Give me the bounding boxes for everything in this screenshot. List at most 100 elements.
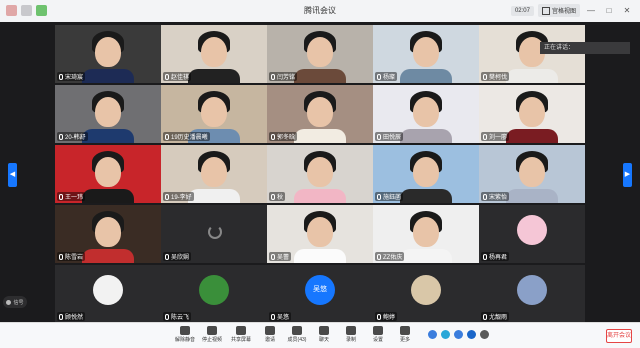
participant-name-label: 吴欣娴: [171, 255, 190, 261]
signal-label: 信号: [13, 299, 24, 306]
participant-body: [294, 249, 346, 263]
camera-button[interactable]: 停止视频: [200, 326, 224, 343]
participant-tile[interactable]: 19历史潘晨曦: [161, 85, 267, 143]
participant-name-label: 20-韩舒: [65, 135, 86, 141]
participant-name-label: 吴蕾: [277, 255, 290, 261]
participant-tile[interactable]: 赵佳祺: [161, 25, 267, 83]
previous-page-button[interactable]: ◀: [8, 163, 17, 187]
toolbar-label: 邀请: [264, 337, 275, 343]
participant-tile[interactable]: 吴蕾: [267, 205, 373, 263]
participant-tile[interactable]: 田悦辰: [373, 85, 479, 143]
participant-name: 陈雪岩: [57, 252, 86, 261]
microphone-muted-icon: [483, 253, 487, 260]
microphone-muted-icon: [483, 193, 487, 200]
participant-name: ZZ佑庆: [375, 252, 405, 261]
members-button[interactable]: 成员(43): [285, 326, 309, 343]
microphone-muted-icon: [271, 133, 275, 140]
microphone-icon: [180, 326, 190, 335]
toolbar-label: 更多: [399, 337, 410, 343]
participant-name: 王一玮: [57, 192, 86, 201]
participant-avatar: [199, 275, 229, 305]
toolbar-label: 停止视频: [201, 337, 222, 343]
participant-name-label: 鲍婷: [383, 315, 396, 321]
participant-name: 刘一廖: [481, 132, 510, 141]
participant-tile[interactable]: 闫芳铭: [267, 25, 373, 83]
close-button[interactable]: ✕: [620, 5, 634, 17]
participant-name-label: 宋琦宸: [65, 75, 84, 81]
microphone-muted-icon: [483, 313, 487, 320]
system-tray: [428, 330, 489, 339]
microphone-muted-icon: [59, 133, 63, 140]
microphone-muted-icon: [165, 133, 169, 140]
participant-tile[interactable]: 王一玮: [55, 145, 161, 203]
microphone-muted-icon: [271, 313, 275, 320]
record-icon: [346, 326, 356, 335]
participant-name: 郭冬晗: [269, 132, 298, 141]
participant-name-label: 刘一廖: [489, 135, 508, 141]
participant-tile[interactable]: 杨璨: [373, 25, 479, 83]
participant-face: [413, 97, 439, 127]
leave-meeting-button[interactable]: 离开会议: [606, 329, 632, 343]
participant-tile[interactable]: 20-韩舒: [55, 85, 161, 143]
participant-tile[interactable]: 19-李好: [161, 145, 267, 203]
tray-icon-3: [454, 330, 463, 339]
participant-tile[interactable]: 郭冬晗: [267, 85, 373, 143]
participant-tile[interactable]: 秋: [267, 145, 373, 203]
participant-name-label: 樊柯伐: [489, 75, 508, 81]
microphone-muted-icon: [165, 253, 169, 260]
participant-tile[interactable]: 顾悦然: [55, 265, 161, 323]
settings-button[interactable]: 设置: [366, 326, 390, 343]
participant-tile[interactable]: 吴悠 吴悠: [267, 265, 373, 323]
participant-tile[interactable]: 宋琦宸: [55, 25, 161, 83]
participant-body: [188, 189, 240, 203]
toolbar-label: 录制: [345, 337, 356, 343]
participant-name: 顾悦然: [57, 312, 86, 321]
participant-name: 陈云飞: [163, 312, 192, 321]
share-screen-button[interactable]: 共享屏幕: [229, 326, 253, 343]
participant-name: 樊柯伐: [481, 72, 510, 81]
microphone-muted-icon: [165, 73, 169, 80]
participant-tile[interactable]: 刘一廖: [479, 85, 585, 143]
participant-face: [95, 157, 121, 187]
participant-tile[interactable]: 陈雪岩: [55, 205, 161, 263]
chat-button[interactable]: 聊天: [312, 326, 336, 343]
participant-body: [82, 129, 134, 143]
invite-button[interactable]: 邀请: [258, 326, 282, 343]
participant-tile[interactable]: ZZ佑庆: [373, 205, 479, 263]
participant-name-label: 田悦辰: [383, 135, 402, 141]
next-page-button[interactable]: ▶: [623, 163, 632, 187]
record-button[interactable]: 录制: [339, 326, 363, 343]
signal-button[interactable]: 信号: [3, 296, 27, 308]
participant-body: [506, 129, 558, 143]
toolbar-label: 解除静音: [174, 337, 195, 343]
minimize-button[interactable]: —: [584, 5, 598, 17]
participant-face: [201, 37, 227, 67]
participant-tile[interactable]: 陈云飞: [161, 265, 267, 323]
participant-name-label: 王一玮: [65, 195, 84, 201]
participant-tile[interactable]: 尤靓雨: [479, 265, 585, 323]
microphone-muted-icon: [165, 193, 169, 200]
participant-tile[interactable]: 樊柯伐: [479, 25, 585, 83]
toolbar-label: 成员(43): [287, 337, 307, 343]
participant-name-label: 秋: [277, 195, 284, 201]
participant-face: [95, 97, 121, 127]
more-button[interactable]: 更多: [393, 326, 417, 343]
participant-body: [294, 129, 346, 143]
participant-tile[interactable]: 宋紫怡: [479, 145, 585, 203]
participant-face: [307, 37, 333, 67]
participant-tile[interactable]: 吴欣娴: [161, 205, 267, 263]
participant-name-label: 赵佳祺: [171, 75, 190, 81]
microphone-button[interactable]: 解除静音: [173, 326, 197, 343]
participant-tile[interactable]: 施鈺菡: [373, 145, 479, 203]
tray-icon-2: [441, 330, 450, 339]
participant-body: [188, 69, 240, 83]
participant-tile[interactable]: 杨再君: [479, 205, 585, 263]
participant-tile[interactable]: 鲍婷: [373, 265, 479, 323]
microphone-muted-icon: [165, 313, 169, 320]
loading-spinner-icon: [208, 225, 222, 239]
chat-icon: [319, 326, 329, 335]
maximize-button[interactable]: □: [602, 5, 616, 17]
invite-icon: [265, 326, 275, 335]
participant-name-label: 陈云飞: [171, 315, 190, 321]
view-switch-button[interactable]: 宫格视图: [537, 4, 580, 17]
